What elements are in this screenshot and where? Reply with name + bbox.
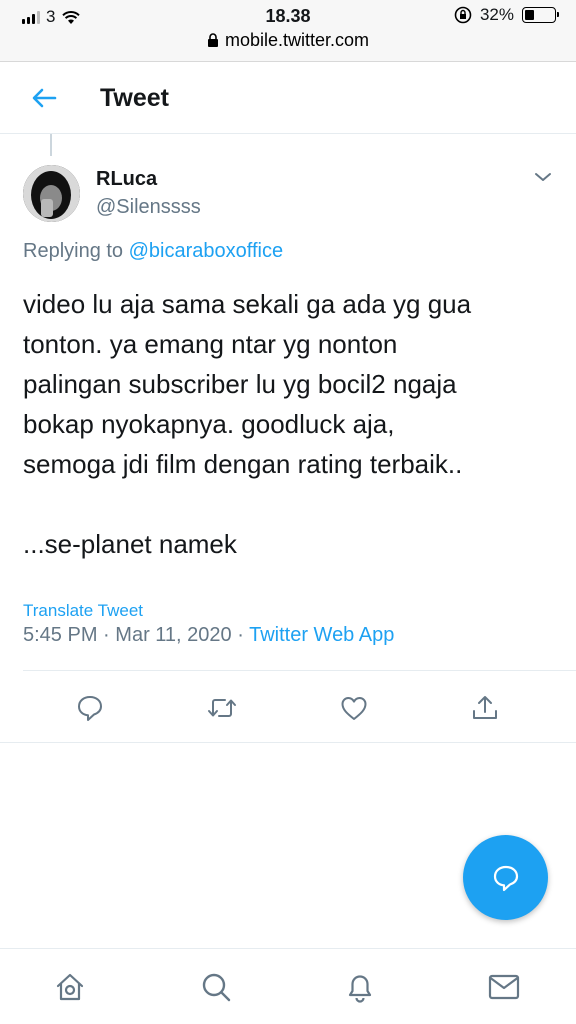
battery-icon [522,7,559,23]
tweet-line: palingan subscriber lu yg bocil2 ngaja [23,369,457,399]
replying-to-link[interactable]: @bicaraboxoffice [129,240,283,262]
page-title: Tweet [100,84,169,112]
thread-connector [50,134,52,156]
tweet-meta: 5:45 PM · Mar 11, 2020 · Twitter Web App [23,624,394,647]
nav-home[interactable] [50,967,90,1007]
translate-tweet-link[interactable]: Translate Tweet [23,601,143,621]
share-icon [473,696,497,719]
bottom-navigation [0,948,576,1024]
search-icon [202,973,231,1002]
notifications-icon [348,975,372,1003]
tweet-text: video lu aja sama sekali ga ada yg gua t… [23,284,563,564]
chevron-down-icon [535,173,551,181]
author-handle[interactable]: @Silenssss [96,196,201,219]
nav-notifications[interactable] [340,967,380,1007]
back-button[interactable] [26,82,62,114]
tweet-line: semoga jdi film dengan rating terbaik.. [23,449,463,479]
reply-icon [78,696,102,721]
tweet-time: 5:45 PM [23,624,98,646]
battery-percent: 32% [479,5,514,24]
nav-messages[interactable] [484,967,524,1007]
meta-separator: · [103,624,110,646]
battery-info: 32% [454,5,559,25]
reply-bubble-icon [493,865,518,891]
page-header: Tweet [0,62,576,134]
reply-button[interactable] [70,688,110,728]
messages-icon [488,974,520,1000]
more-options-button[interactable] [532,168,554,186]
orientation-lock-icon [454,6,472,24]
lock-icon [207,33,218,47]
avatar[interactable] [23,165,80,222]
tweet-date[interactable]: Mar 11, 2020 [115,624,231,646]
like-icon [341,697,367,720]
share-button[interactable] [465,688,505,728]
tweet-line: tonton. ya emang ntar yg nonton [23,329,398,359]
tweet-line: video lu aja sama sekali ga ada yg gua [23,289,472,319]
replying-to: Replying to @bicaraboxoffice [23,240,283,263]
retweet-button[interactable] [202,688,242,728]
compose-reply-button[interactable] [463,835,548,920]
status-bar: 3 18.38 32% mobile.twitter.com [0,0,576,62]
retweet-icon [208,699,236,717]
home-icon [56,973,84,1001]
back-arrow-icon [32,88,57,108]
url-text: mobile.twitter.com [224,30,370,50]
author-name[interactable]: RLuca [96,168,157,191]
tweet-line: ...se-planet namek [23,529,237,559]
tweet-line: bokap nyokapnya. goodluck aja, [23,409,395,439]
divider [0,742,576,743]
tweet-actions [0,688,576,732]
replying-prefix: Replying to [23,240,129,262]
avatar-image [23,165,80,222]
meta-separator: · [237,624,244,646]
like-button[interactable] [334,688,374,728]
divider [23,670,576,671]
nav-search[interactable] [196,967,236,1007]
address-bar[interactable]: mobile.twitter.com [0,30,576,51]
tweet-source[interactable]: Twitter Web App [249,624,394,646]
